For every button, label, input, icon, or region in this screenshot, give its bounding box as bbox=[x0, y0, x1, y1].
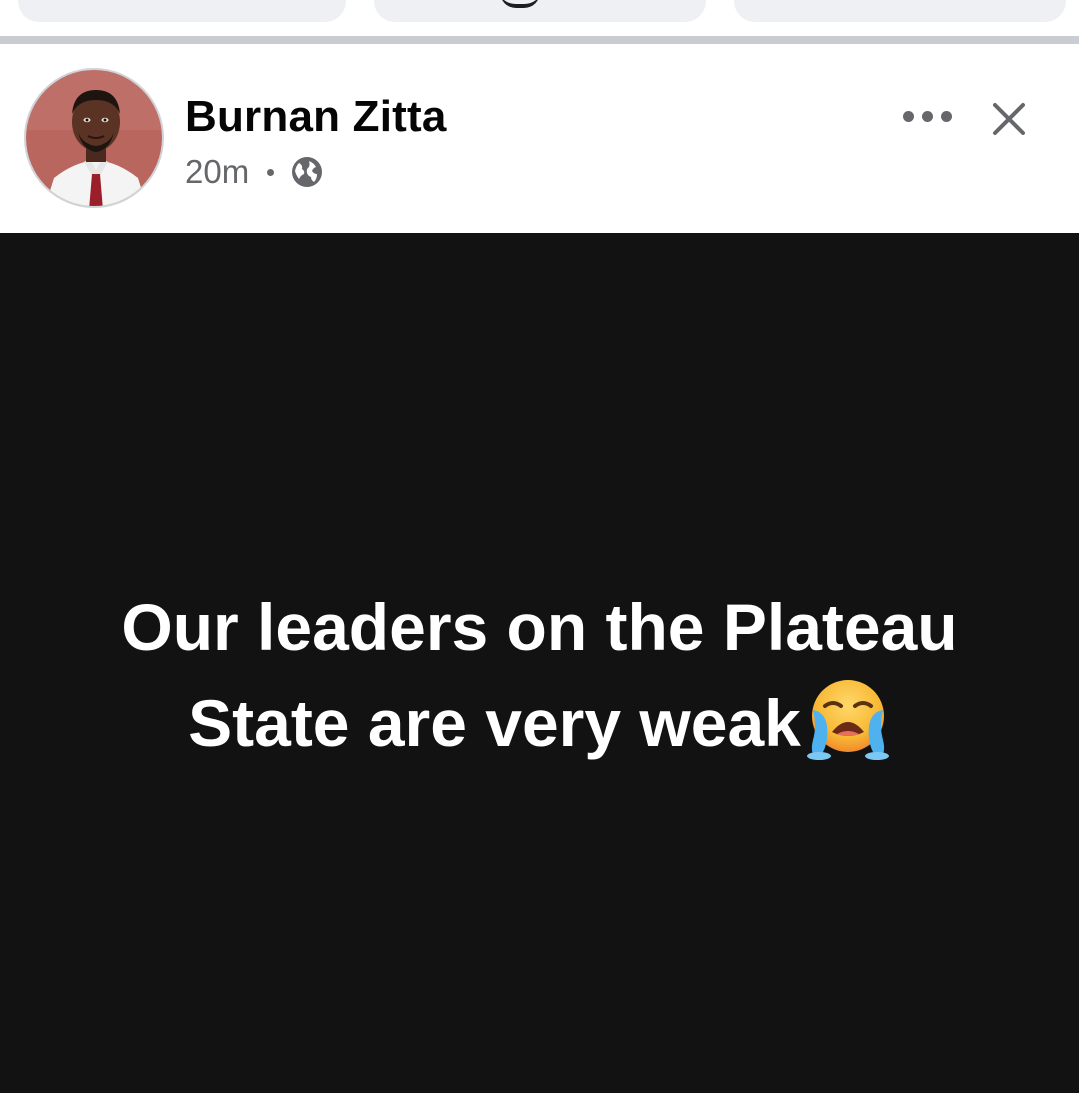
avatar[interactable] bbox=[24, 68, 164, 208]
more-dot bbox=[940, 110, 952, 122]
action-pill-left[interactable] bbox=[18, 0, 346, 22]
loudly-crying-face-emoji bbox=[806, 680, 889, 760]
globe-icon bbox=[292, 157, 323, 187]
profile-photo bbox=[26, 70, 162, 206]
feed-divider bbox=[0, 36, 1079, 44]
post-text-line-2: State are very weak bbox=[188, 686, 801, 760]
post-text: Our leaders on the Plateau State are ver… bbox=[60, 579, 1019, 771]
post-text-line-1: Our leaders on the Plateau bbox=[121, 590, 958, 664]
close-icon[interactable] bbox=[986, 96, 1032, 142]
meta-separator bbox=[267, 168, 275, 176]
post-meta: 20m bbox=[185, 152, 324, 192]
post-text-line-2-wrap: State are very weak bbox=[60, 675, 1019, 771]
post-header: Burnan Zitta 20m bbox=[0, 44, 1079, 233]
top-action-bar bbox=[0, 0, 1079, 36]
action-pill-right[interactable] bbox=[734, 0, 1066, 22]
more-options-button[interactable] bbox=[892, 94, 962, 138]
post-content-card[interactable]: Our leaders on the Plateau State are ver… bbox=[0, 233, 1079, 1093]
action-pill-center[interactable] bbox=[374, 0, 706, 22]
more-horizontal-icon bbox=[902, 110, 914, 122]
author-name[interactable]: Burnan Zitta bbox=[185, 92, 447, 142]
more-dot bbox=[921, 110, 933, 122]
post-timestamp[interactable]: 20m bbox=[185, 153, 249, 191]
